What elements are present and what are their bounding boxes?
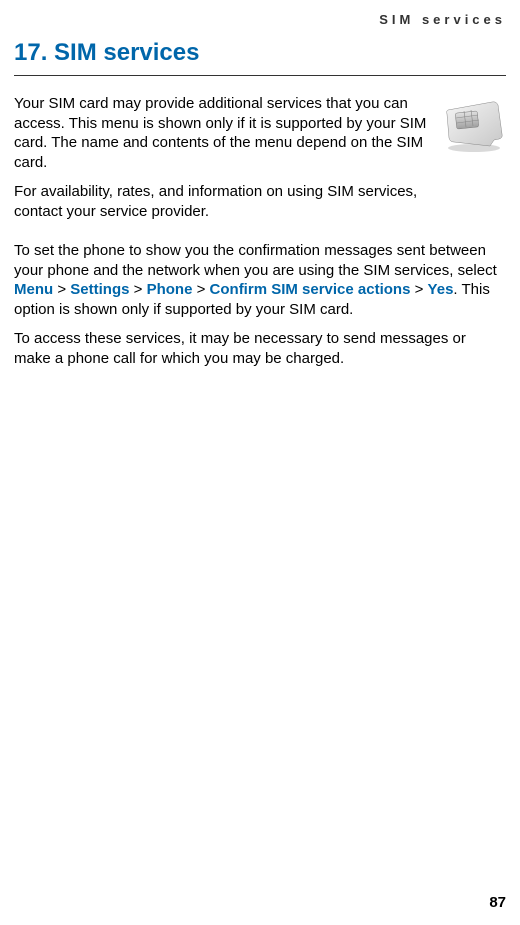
running-header: SIM services xyxy=(14,12,506,27)
menu-link-menu: Menu xyxy=(14,281,53,298)
p3-sep2: > xyxy=(129,281,146,298)
page-number: 87 xyxy=(489,894,506,911)
paragraph-1: Your SIM card may provide additional ser… xyxy=(14,94,432,172)
menu-link-yes: Yes xyxy=(428,281,454,298)
intro-text: Your SIM card may provide additional ser… xyxy=(14,94,442,231)
paragraph-2: For availability, rates, and information… xyxy=(14,182,432,221)
p3-pre: To set the phone to show you the confirm… xyxy=(14,242,497,279)
title-divider xyxy=(14,75,506,76)
paragraph-3: To set the phone to show you the confirm… xyxy=(14,241,506,319)
p3-sep3: > xyxy=(192,281,209,298)
menu-link-confirm: Confirm SIM service actions xyxy=(210,281,411,298)
menu-link-phone: Phone xyxy=(147,281,193,298)
sim-card-icon xyxy=(442,98,506,159)
menu-link-settings: Settings xyxy=(70,281,129,298)
paragraph-4: To access these services, it may be nece… xyxy=(14,329,506,368)
p3-sep4: > xyxy=(410,281,427,298)
page-title: 17. SIM services xyxy=(14,39,506,67)
intro-block: Your SIM card may provide additional ser… xyxy=(14,94,506,231)
p3-sep1: > xyxy=(53,281,70,298)
